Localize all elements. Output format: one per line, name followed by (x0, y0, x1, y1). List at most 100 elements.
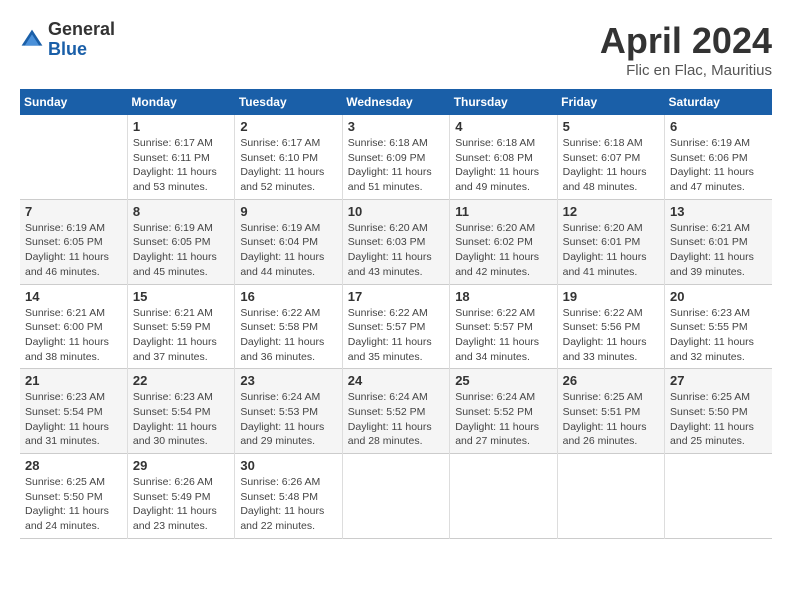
day-info: Sunrise: 6:26 AMSunset: 5:49 PMDaylight:… (133, 475, 229, 534)
day-info: Sunrise: 6:22 AMSunset: 5:56 PMDaylight:… (563, 306, 659, 365)
day-number: 18 (455, 289, 551, 304)
calendar-cell: 1 Sunrise: 6:17 AMSunset: 6:11 PMDaylight… (127, 115, 234, 199)
day-number: 6 (670, 119, 767, 134)
day-header: Tuesday (235, 89, 342, 115)
day-number: 9 (240, 204, 336, 219)
day-info: Sunrise: 6:24 AMSunset: 5:52 PMDaylight:… (348, 390, 444, 449)
calendar-cell (557, 454, 664, 539)
day-info: Sunrise: 6:20 AMSunset: 6:03 PMDaylight:… (348, 221, 444, 280)
logo-blue: Blue (48, 40, 115, 60)
location: Flic en Flac, Mauritius (600, 62, 772, 79)
calendar-cell: 5Sunrise: 6:18 AMSunset: 6:07 PMDaylight… (557, 115, 664, 199)
day-number: 14 (25, 289, 122, 304)
calendar-cell: 29Sunrise: 6:26 AMSunset: 5:49 PMDayligh… (127, 454, 234, 539)
calendar-cell: 11 Sunrise: 6:20 AMSunset: 6:02 PMDayligh… (450, 199, 557, 284)
calendar-cell (450, 454, 557, 539)
calendar-week-row: 21 Sunrise: 6:23 AMSunset: 5:54 PMDayligh… (20, 369, 772, 454)
calendar-cell: 14Sunrise: 6:21 AMSunset: 6:00 PMDayligh… (20, 284, 127, 369)
calendar-header-row: SundayMondayTuesdayWednesdayThursdayFrid… (20, 89, 772, 115)
calendar-cell: 8 Sunrise: 6:19 AMSunset: 6:05 PMDaylight… (127, 199, 234, 284)
day-number: 1 (133, 119, 229, 134)
calendar-cell: 16 Sunrise: 6:22 AMSunset: 5:58 PMDayligh… (235, 284, 342, 369)
day-info: Sunrise: 6:18 AMSunset: 6:09 PMDaylight:… (348, 136, 444, 195)
day-info: Sunrise: 6:22 AMSunset: 5:57 PMDaylight:… (348, 306, 444, 365)
day-info: Sunrise: 6:25 AMSunset: 5:50 PMDaylight:… (670, 390, 767, 449)
day-info: Sunrise: 6:19 AMSunset: 6:06 PMDaylight:… (670, 136, 767, 195)
calendar-cell: 30 Sunrise: 6:26 AMSunset: 5:48 PMDayligh… (235, 454, 342, 539)
calendar-cell: 22 Sunrise: 6:23 AMSunset: 5:54 PMDayligh… (127, 369, 234, 454)
page-header: General Blue April 2024 Flic en Flac, Ma… (20, 20, 772, 79)
day-header: Saturday (665, 89, 772, 115)
day-info: Sunrise: 6:22 AMSunset: 5:58 PMDaylight:… (240, 306, 336, 365)
calendar-cell: 23Sunrise: 6:24 AMSunset: 5:53 PMDayligh… (235, 369, 342, 454)
day-info: Sunrise: 6:20 AMSunset: 6:02 PMDaylight:… (455, 221, 551, 280)
day-info: Sunrise: 6:22 AMSunset: 5:57 PMDaylight:… (455, 306, 551, 365)
calendar-cell (665, 454, 772, 539)
day-number: 13 (670, 204, 767, 219)
logo: General Blue (20, 20, 115, 60)
day-number: 22 (133, 373, 229, 388)
day-number: 8 (133, 204, 229, 219)
day-header: Sunday (20, 89, 127, 115)
day-info: Sunrise: 6:18 AMSunset: 6:08 PMDaylight:… (455, 136, 551, 195)
day-number: 27 (670, 373, 767, 388)
day-number: 2 (240, 119, 336, 134)
calendar-cell: 3 Sunrise: 6:18 AMSunset: 6:09 PMDaylight… (342, 115, 449, 199)
day-info: Sunrise: 6:17 AMSunset: 6:11 PMDaylight:… (133, 136, 229, 195)
day-header: Wednesday (342, 89, 449, 115)
calendar-cell: 7Sunrise: 6:19 AMSunset: 6:05 PMDaylight… (20, 199, 127, 284)
calendar-cell (342, 454, 449, 539)
logo-general: General (48, 20, 115, 40)
calendar-cell: 12 Sunrise: 6:20 AMSunset: 6:01 PMDayligh… (557, 199, 664, 284)
day-info: Sunrise: 6:26 AMSunset: 5:48 PMDaylight:… (240, 475, 336, 534)
day-info: Sunrise: 6:25 AMSunset: 5:50 PMDaylight:… (25, 475, 122, 534)
calendar-cell: 19 Sunrise: 6:22 AMSunset: 5:56 PMDayligh… (557, 284, 664, 369)
day-number: 12 (563, 204, 659, 219)
day-info: Sunrise: 6:24 AMSunset: 5:52 PMDaylight:… (455, 390, 551, 449)
calendar-cell: 2Sunrise: 6:17 AMSunset: 6:10 PMDaylight… (235, 115, 342, 199)
day-number: 15 (133, 289, 229, 304)
day-number: 30 (240, 458, 336, 473)
calendar-cell (20, 115, 127, 199)
calendar-cell: 9 Sunrise: 6:19 AMSunset: 6:04 PMDaylight… (235, 199, 342, 284)
calendar-cell: 25 Sunrise: 6:24 AMSunset: 5:52 PMDayligh… (450, 369, 557, 454)
day-number: 28 (25, 458, 122, 473)
day-header: Friday (557, 89, 664, 115)
calendar-cell: 28 Sunrise: 6:25 AMSunset: 5:50 PMDayligh… (20, 454, 127, 539)
calendar-cell: 27 Sunrise: 6:25 AMSunset: 5:50 PMDayligh… (665, 369, 772, 454)
day-header: Monday (127, 89, 234, 115)
day-info: Sunrise: 6:21 AMSunset: 5:59 PMDaylight:… (133, 306, 229, 365)
calendar-cell: 4Sunrise: 6:18 AMSunset: 6:08 PMDaylight… (450, 115, 557, 199)
day-number: 17 (348, 289, 444, 304)
day-info: Sunrise: 6:19 AMSunset: 6:04 PMDaylight:… (240, 221, 336, 280)
day-number: 11 (455, 204, 551, 219)
day-number: 16 (240, 289, 336, 304)
day-info: Sunrise: 6:18 AMSunset: 6:07 PMDaylight:… (563, 136, 659, 195)
calendar-cell: 13 Sunrise: 6:21 AMSunset: 6:01 PMDayligh… (665, 199, 772, 284)
day-number: 25 (455, 373, 551, 388)
calendar-cell: 6 Sunrise: 6:19 AMSunset: 6:06 PMDaylight… (665, 115, 772, 199)
calendar-week-row: 1 Sunrise: 6:17 AMSunset: 6:11 PMDaylight… (20, 115, 772, 199)
logo-text: General Blue (48, 20, 115, 60)
day-info: Sunrise: 6:25 AMSunset: 5:51 PMDaylight:… (563, 390, 659, 449)
day-header: Thursday (450, 89, 557, 115)
calendar-week-row: 14Sunrise: 6:21 AMSunset: 6:00 PMDayligh… (20, 284, 772, 369)
calendar-cell: 18 Sunrise: 6:22 AMSunset: 5:57 PMDayligh… (450, 284, 557, 369)
day-number: 10 (348, 204, 444, 219)
day-info: Sunrise: 6:23 AMSunset: 5:54 PMDaylight:… (133, 390, 229, 449)
day-info: Sunrise: 6:23 AMSunset: 5:54 PMDaylight:… (25, 390, 122, 449)
day-number: 7 (25, 204, 122, 219)
day-number: 3 (348, 119, 444, 134)
day-info: Sunrise: 6:20 AMSunset: 6:01 PMDaylight:… (563, 221, 659, 280)
day-info: Sunrise: 6:19 AMSunset: 6:05 PMDaylight:… (133, 221, 229, 280)
day-number: 21 (25, 373, 122, 388)
day-number: 19 (563, 289, 659, 304)
calendar-cell: 10 Sunrise: 6:20 AMSunset: 6:03 PMDayligh… (342, 199, 449, 284)
day-info: Sunrise: 6:24 AMSunset: 5:53 PMDaylight:… (240, 390, 336, 449)
calendar-table: SundayMondayTuesdayWednesdayThursdayFrid… (20, 89, 772, 539)
calendar-cell: 15 Sunrise: 6:21 AMSunset: 5:59 PMDayligh… (127, 284, 234, 369)
calendar-cell: 24Sunrise: 6:24 AMSunset: 5:52 PMDayligh… (342, 369, 449, 454)
month-title: April 2024 (600, 20, 772, 62)
calendar-cell: 20Sunrise: 6:23 AMSunset: 5:55 PMDayligh… (665, 284, 772, 369)
day-info: Sunrise: 6:21 AMSunset: 6:01 PMDaylight:… (670, 221, 767, 280)
